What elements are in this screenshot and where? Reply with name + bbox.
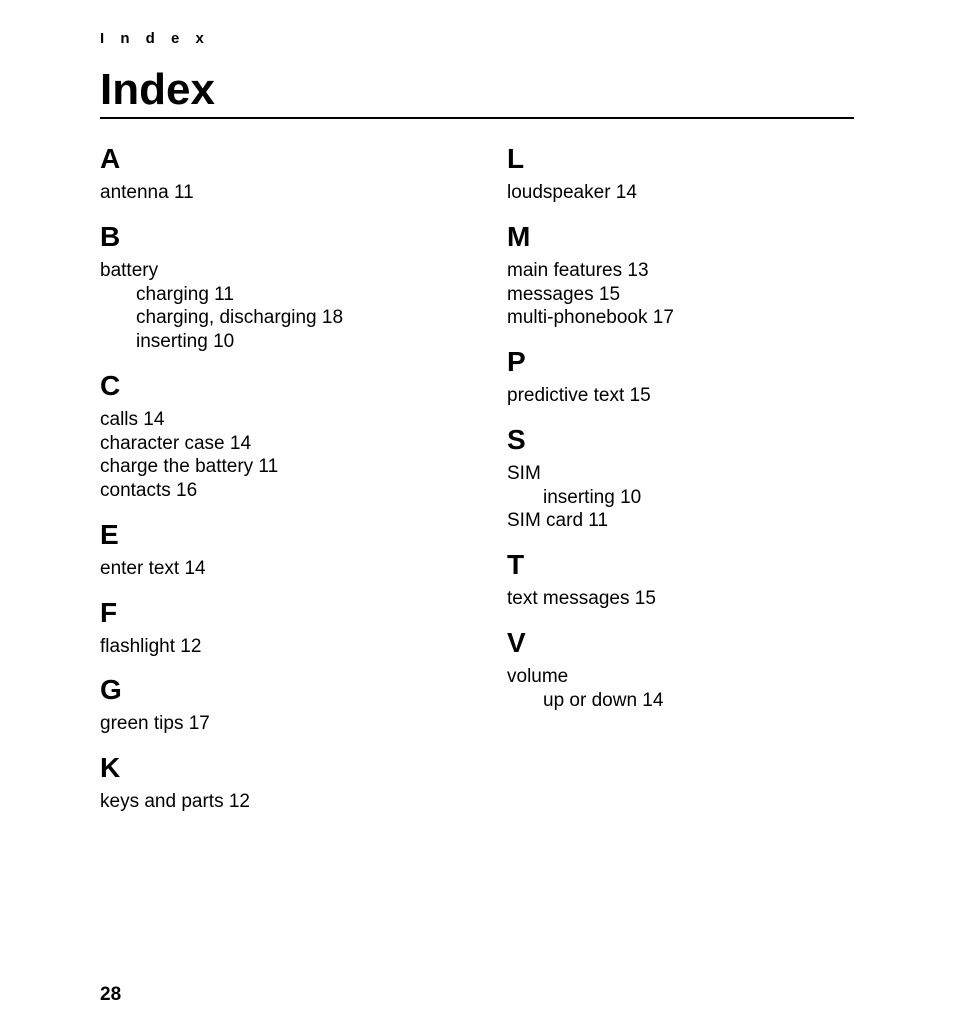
index-entry: contacts 16 [100, 479, 447, 503]
index-letter: V [507, 627, 854, 659]
index-letter: T [507, 549, 854, 581]
page-number: 28 [100, 984, 121, 1006]
index-entry: multi-phonebook 17 [507, 306, 854, 330]
index-entry: loudspeaker 14 [507, 181, 854, 205]
index-entry: text messages 15 [507, 587, 854, 611]
index-entry: flashlight 12 [100, 635, 447, 659]
page-title: Index [100, 65, 854, 115]
index-letter: S [507, 424, 854, 456]
page: I n d e x Index Aantenna 11Bbatterycharg… [0, 0, 954, 1036]
index-entry: volume [507, 665, 854, 689]
index-letter: L [507, 143, 854, 175]
index-entry: SIM card 11 [507, 509, 854, 533]
index-letter: K [100, 752, 447, 784]
index-entry: charge the battery 11 [100, 455, 447, 479]
index-column-right: Lloudspeaker 14 Mmain features 13messages… [507, 137, 854, 814]
index-letter: M [507, 221, 854, 253]
index-entry: battery [100, 259, 447, 283]
index-entry: green tips 17 [100, 712, 447, 736]
index-entry: keys and parts 12 [100, 790, 447, 814]
index-entry: SIM [507, 462, 854, 486]
index-entry: predictive text 15 [507, 384, 854, 408]
title-rule [100, 117, 854, 119]
index-entry: main features 13 [507, 259, 854, 283]
index-letter: A [100, 143, 447, 175]
index-subentry: inserting 10 [136, 330, 447, 354]
index-letter: P [507, 346, 854, 378]
index-subentry: inserting 10 [543, 486, 854, 510]
index-entry: calls 14 [100, 408, 447, 432]
running-header: I n d e x [100, 30, 854, 47]
index-subentry: up or down 14 [543, 689, 854, 713]
index-letter: C [100, 370, 447, 402]
index-letter: E [100, 519, 447, 551]
index-letter: G [100, 674, 447, 706]
index-entry: character case 14 [100, 432, 447, 456]
index-letter: F [100, 597, 447, 629]
index-column-left: Aantenna 11 Bbatterycharging 11charging, … [100, 137, 447, 814]
index-entry: enter text 14 [100, 557, 447, 581]
index-subentry: charging, discharging 18 [136, 306, 447, 330]
index-columns: Aantenna 11 Bbatterycharging 11charging, … [100, 137, 854, 814]
index-entry: antenna 11 [100, 181, 447, 205]
index-entry: messages 15 [507, 283, 854, 307]
index-subentry: charging 11 [136, 283, 447, 307]
index-letter: B [100, 221, 447, 253]
